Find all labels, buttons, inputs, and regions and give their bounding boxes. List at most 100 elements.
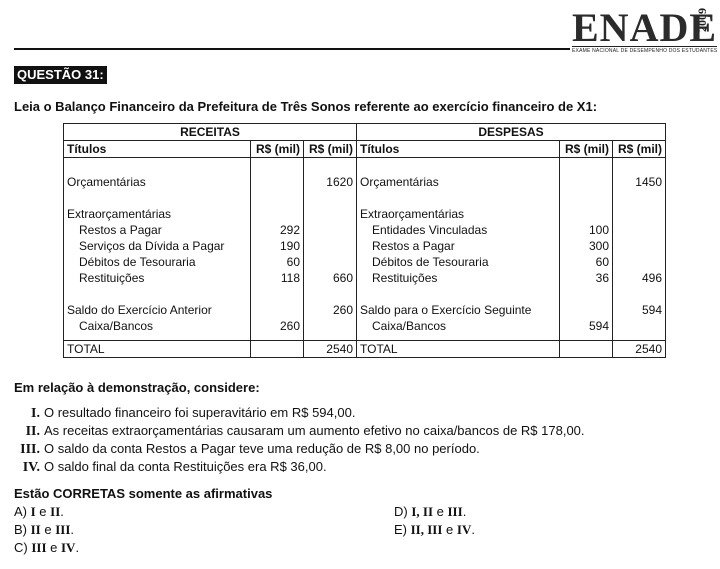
row-value: 1620 xyxy=(326,175,353,189)
option-first: III xyxy=(31,540,47,555)
page-header: ENADE 2009 EXAME NACIONAL DE DESEMPENHO … xyxy=(0,0,720,56)
row-value xyxy=(307,222,353,238)
option-letter: C) xyxy=(14,540,32,555)
row-title: Saldo para o Exercício Seguinte xyxy=(360,303,532,317)
row-value: 60 xyxy=(595,255,609,269)
row-title: Débitos de Tesouraria xyxy=(79,255,196,269)
col-rs-receitas-1: R$ (mil) xyxy=(250,140,304,158)
option-conjunction: e xyxy=(433,504,448,519)
row-value: 260 xyxy=(279,319,300,333)
row-value: 594 xyxy=(588,319,609,333)
statement-text: O saldo da conta Restos a Pagar teve uma… xyxy=(44,441,480,456)
row-value: 260 xyxy=(332,303,353,317)
row-title: Restos a Pagar xyxy=(79,223,162,237)
option-first: II xyxy=(30,522,41,537)
row-title: Restos a Pagar xyxy=(372,239,455,253)
row-value: 100 xyxy=(588,223,609,237)
row-title: Saldo do Exercício Anterior xyxy=(67,303,212,317)
despesas-values-1: 100 300 60 36 594 xyxy=(559,157,613,341)
row-value xyxy=(616,206,662,222)
row-value: 594 xyxy=(641,303,662,317)
row-value xyxy=(307,318,353,334)
row-title: Restituições xyxy=(372,271,438,285)
option-letter: B) xyxy=(14,522,31,537)
option-second: IV xyxy=(456,522,472,537)
answer-option-a[interactable]: A) I e II. xyxy=(14,503,64,521)
row-value xyxy=(254,206,300,222)
option-end: . xyxy=(462,504,467,519)
answer-option-d[interactable]: D) I, II e III. xyxy=(394,503,466,521)
question-intro: Leia o Balanço Financeiro da Prefeitura … xyxy=(14,99,598,114)
option-second: III xyxy=(447,504,463,519)
row-title: Extraorçamentárias xyxy=(67,207,172,221)
receitas-titles: Orçamentárias Extraorçamentárias Restos a … xyxy=(63,157,251,341)
option-second: III xyxy=(55,522,71,537)
row-title: Orçamentárias xyxy=(360,175,439,189)
col-rs-despesas-2: R$ (mil) xyxy=(612,140,666,158)
header-rule xyxy=(14,48,570,50)
row-value xyxy=(616,238,662,254)
logo-subtitle: EXAME NACIONAL DE DESEMPENHO DOS ESTUDAN… xyxy=(572,46,718,54)
option-end: . xyxy=(70,522,75,537)
balance-table: RECEITAS DESPESAS Títulos R$ (mil) R$ (m… xyxy=(63,123,666,358)
statement-list: I. O resultado financeiro foi superavitár… xyxy=(14,404,585,476)
statement-number: III. xyxy=(20,442,40,457)
row-title: Serviços da Dívida a Pagar xyxy=(79,239,225,253)
statement-item: IV. O saldo final da conta Restituições e… xyxy=(14,458,585,476)
despesas-titles: Orçamentárias Extraorçamentárias Entidades… xyxy=(356,157,560,341)
total-empty-receitas xyxy=(250,340,304,358)
option-conjunction: e xyxy=(40,522,56,537)
row-value xyxy=(254,174,300,190)
option-first: II, III xyxy=(410,522,443,537)
row-value xyxy=(616,318,662,334)
row-value xyxy=(307,238,353,254)
answer-option-e[interactable]: E) II, III e IV. xyxy=(394,521,475,539)
consider-prompt: Em relação à demonstração, considere: xyxy=(14,380,260,395)
statement-number: IV. xyxy=(22,460,40,475)
despesas-values-2: 1450 496 594 xyxy=(612,157,666,341)
row-value xyxy=(307,254,353,270)
row-value xyxy=(616,222,662,238)
row-value: 660 xyxy=(332,271,353,285)
row-value: 118 xyxy=(280,271,300,285)
row-title: Extraorçamentárias xyxy=(360,207,465,221)
row-value: 36 xyxy=(595,271,609,285)
row-title: Orçamentárias xyxy=(67,175,146,189)
row-title: Caixa/Bancos xyxy=(79,319,154,333)
option-letter: E) xyxy=(394,522,411,537)
option-conjunction: e xyxy=(442,522,457,537)
receitas-values-2: 1620 660 260 xyxy=(303,157,357,341)
answer-option-b[interactable]: B) II e III. xyxy=(14,521,74,539)
question-label: QUESTÃO 31: xyxy=(14,66,107,84)
row-value: 292 xyxy=(279,223,300,237)
row-value: 60 xyxy=(286,255,300,269)
col-titulos-receitas: Títulos xyxy=(63,140,251,158)
col-titulos-despesas: Títulos xyxy=(356,140,560,158)
total-empty-despesas xyxy=(559,340,613,358)
answer-option-c[interactable]: C) III e IV. xyxy=(14,539,79,557)
row-value xyxy=(563,174,609,190)
row-value: 1450 xyxy=(635,175,662,189)
enade-logo: ENADE 2009 EXAME NACIONAL DE DESEMPENHO … xyxy=(572,8,718,54)
row-title: Caixa/Bancos xyxy=(372,319,447,333)
statement-text: O saldo final da conta Restituições era … xyxy=(44,459,327,474)
row-value xyxy=(616,254,662,270)
statement-number: I. xyxy=(31,406,40,421)
logo-year: 2009 xyxy=(695,8,709,32)
receitas-values-1: 292 190 60 118 260 xyxy=(250,157,304,341)
row-value xyxy=(563,302,609,318)
option-first: I, II xyxy=(411,504,434,519)
row-value: 300 xyxy=(588,239,609,253)
